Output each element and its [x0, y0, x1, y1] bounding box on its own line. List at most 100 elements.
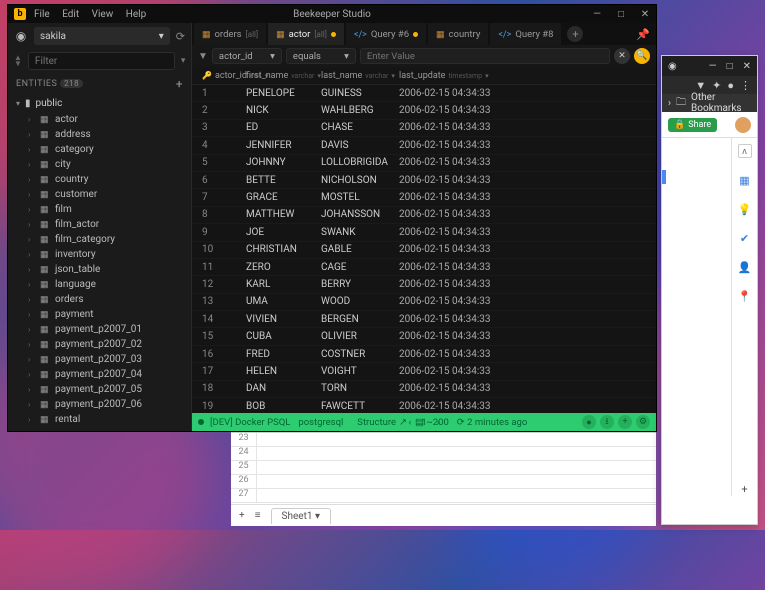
chrome-minimize[interactable]: —	[709, 61, 717, 72]
keep-icon[interactable]: 💡	[738, 202, 752, 216]
filter-dropdown[interactable]: ▾	[181, 56, 186, 66]
tab-Query-8[interactable]: </>Query #8	[490, 23, 561, 45]
clear-filter-button[interactable]: ✕	[614, 48, 630, 64]
table-language[interactable]: ›▦language	[8, 277, 191, 292]
table-film_category[interactable]: ›▦film_category	[8, 232, 191, 247]
settings-button[interactable]: ⚙	[636, 415, 650, 429]
table-payment_p2007_06[interactable]: ›▦payment_p2007_06	[8, 397, 191, 412]
tab-country[interactable]: ▦country	[428, 23, 488, 45]
table-rental[interactable]: ›▦rental	[8, 412, 191, 427]
chrome-profile-icon[interactable]: ●	[727, 79, 734, 92]
filter-operator-select[interactable]: equals▾	[286, 48, 356, 64]
table-row[interactable]: 15CUBAOLIVIER2006-02-15 04:34:33	[192, 328, 656, 345]
filter-input[interactable]	[28, 52, 175, 70]
table-film[interactable]: ›▦film	[8, 202, 191, 217]
col-first-name[interactable]: first_name	[246, 71, 288, 81]
table-row[interactable]: 9JOESWANK2006-02-15 04:34:33	[192, 224, 656, 241]
other-bookmarks[interactable]: ›🗀Other Bookmarks	[662, 94, 757, 112]
schema-node[interactable]: ▾ ▮ public	[8, 95, 191, 112]
new-tab-button[interactable]: +	[567, 26, 583, 42]
sheet-row[interactable]: 25	[231, 461, 656, 475]
table-json_table[interactable]: ›▦json_table	[8, 262, 191, 277]
table-category[interactable]: ›▦category	[8, 142, 191, 157]
tasks-icon[interactable]: ✔	[738, 231, 752, 245]
all-sheets-button[interactable]: ≡	[255, 510, 261, 521]
table-row[interactable]: 13UMAWOOD2006-02-15 04:34:33	[192, 294, 656, 311]
add-entity-button[interactable]: +	[176, 77, 183, 91]
table-row[interactable]: 12KARLBERRY2006-02-15 04:34:33	[192, 276, 656, 293]
filter-column-select[interactable]: actor_id▾	[212, 48, 282, 64]
table-actor[interactable]: ›▦actor	[8, 112, 191, 127]
calendar-icon[interactable]: ▦	[738, 173, 752, 187]
sheet-tab[interactable]: Sheet1 ▾	[271, 508, 331, 524]
refresh-button[interactable]: ⟳	[176, 30, 185, 43]
chrome-menu-icon[interactable]: ⋮	[740, 79, 751, 92]
tab-actor[interactable]: ▦actor[all]	[268, 23, 344, 45]
maximize-button[interactable]: □	[614, 9, 628, 20]
add-addon-button[interactable]: +	[738, 482, 752, 496]
table-payment[interactable]: ›▦payment	[8, 307, 191, 322]
chrome-maximize[interactable]: □	[727, 61, 733, 72]
table-row[interactable]: 1PENELOPEGUINESS2006-02-15 04:34:33	[192, 85, 656, 102]
table-row[interactable]: 8MATTHEWJOHANSSON2006-02-15 04:34:33	[192, 207, 656, 224]
maps-icon[interactable]: 📍	[738, 289, 752, 303]
page-number[interactable]: 1	[421, 417, 426, 428]
table-city[interactable]: ›▦city	[8, 157, 191, 172]
sheet-row[interactable]: 24	[231, 447, 656, 461]
table-row[interactable]: 18DANTORN2006-02-15 04:34:33	[192, 381, 656, 398]
chrome-close[interactable]: ✕	[743, 61, 751, 72]
avatar[interactable]	[735, 117, 751, 133]
table-payment_p2007_05[interactable]: ›▦payment_p2007_05	[8, 382, 191, 397]
table-address[interactable]: ›▦address	[8, 127, 191, 142]
download-button[interactable]: ⭳	[600, 415, 614, 429]
col-last-update[interactable]: last_update	[399, 71, 445, 81]
sheet-row[interactable]: 27	[231, 489, 656, 503]
table-row[interactable]: 19BOBFAWCETT2006-02-15 04:34:33	[192, 398, 656, 413]
menu-help[interactable]: Help	[126, 9, 146, 20]
pending-changes-button[interactable]: ●	[582, 415, 596, 429]
pin-icon[interactable]: 📌	[636, 28, 650, 41]
table-film_actor[interactable]: ›▦film_actor	[8, 217, 191, 232]
filter-value-input[interactable]	[360, 48, 610, 64]
table-payment_p2007_04[interactable]: ›▦payment_p2007_04	[8, 367, 191, 382]
table-row[interactable]: 4JENNIFERDAVIS2006-02-15 04:34:33	[192, 137, 656, 154]
run-filter-button[interactable]: 🔍	[634, 48, 650, 64]
contacts-icon[interactable]: 👤	[738, 260, 752, 274]
add-row-button[interactable]: +	[618, 415, 632, 429]
table-row[interactable]: 2NICKWAHLBERG2006-02-15 04:34:33	[192, 102, 656, 119]
sheet-row[interactable]: 26	[231, 475, 656, 489]
menu-edit[interactable]: Edit	[62, 9, 79, 20]
table-payment_p2007_02[interactable]: ›▦payment_p2007_02	[8, 337, 191, 352]
sheet-row[interactable]: 23	[231, 433, 656, 447]
table-row[interactable]: 10CHRISTIANGABLE2006-02-15 04:34:33	[192, 242, 656, 259]
table-payment_p2007_01[interactable]: ›▦payment_p2007_01	[8, 322, 191, 337]
col-actor-id[interactable]: actor_id	[215, 71, 247, 81]
minimize-button[interactable]: —	[590, 9, 604, 20]
table-payment_p2007_03[interactable]: ›▦payment_p2007_03	[8, 352, 191, 367]
database-selector[interactable]: sakila▾	[34, 27, 170, 45]
next-page-button[interactable]: ›	[437, 417, 440, 428]
add-sheet-button[interactable]: +	[239, 510, 245, 521]
close-button[interactable]: ✕	[638, 9, 652, 20]
share-button[interactable]: 🔒 Share	[668, 118, 717, 132]
table-inventory[interactable]: ›▦inventory	[8, 247, 191, 262]
menu-file[interactable]: File	[34, 9, 50, 20]
table-row[interactable]: 3EDCHASE2006-02-15 04:34:33	[192, 120, 656, 137]
nav-arrows[interactable]: ▲▼	[14, 55, 22, 67]
prev-page-button[interactable]: ‹	[408, 417, 411, 428]
col-last-name[interactable]: last_name	[321, 71, 362, 81]
tab-orders[interactable]: ▦orders[all]	[194, 23, 266, 45]
table-row[interactable]: 11ZEROCAGE2006-02-15 04:34:33	[192, 259, 656, 276]
table-row[interactable]: 16FREDCOSTNER2006-02-15 04:34:33	[192, 346, 656, 363]
table-country[interactable]: ›▦country	[8, 172, 191, 187]
tab-Query-6[interactable]: </>Query #6	[346, 23, 426, 45]
structure-button[interactable]: Structure ↗	[357, 417, 407, 428]
table-row[interactable]: 5JOHNNYLOLLOBRIGIDA2006-02-15 04:34:33	[192, 155, 656, 172]
table-customer[interactable]: ›▦customer	[8, 187, 191, 202]
table-row[interactable]: 14VIVIENBERGEN2006-02-15 04:34:33	[192, 311, 656, 328]
chrome-down-icon[interactable]: ▼	[695, 79, 706, 92]
menu-view[interactable]: View	[92, 9, 114, 20]
table-orders[interactable]: ›▦orders	[8, 292, 191, 307]
table-row[interactable]: 6BETTENICHOLSON2006-02-15 04:34:33	[192, 172, 656, 189]
collapse-panel-button[interactable]: ʌ	[738, 144, 752, 158]
